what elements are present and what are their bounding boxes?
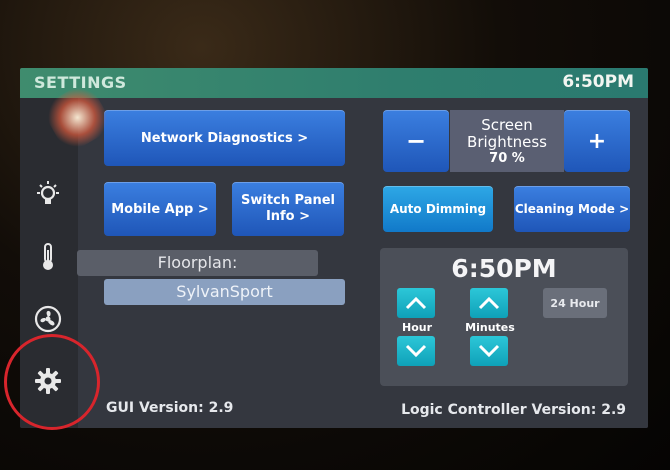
top-bar: SETTINGS 6:50PM [20, 68, 648, 98]
switch-panel-info-button[interactable]: Switch Panel Info > [232, 182, 344, 236]
network-diagnostics-button[interactable]: Network Diagnostics > [104, 110, 345, 166]
24-hour-toggle[interactable]: 24 Hour [543, 288, 607, 318]
page-title: SETTINGS [34, 73, 127, 92]
minutes-label: Minutes [465, 321, 515, 334]
fan-icon [34, 305, 62, 333]
brightness-label: Screen Brightness [467, 115, 547, 151]
header-clock: 6:50PM [562, 72, 634, 92]
hour-label: Hour [401, 321, 433, 334]
footer: GUI Version: 2.9 Logic Controller Versio… [78, 368, 648, 428]
chevron-down-icon [405, 344, 427, 358]
chevron-up-icon [478, 296, 500, 310]
brightness-increase-button[interactable]: + [564, 110, 630, 172]
chevron-down-icon [478, 344, 500, 358]
hour-up-button[interactable] [397, 288, 435, 318]
clock-panel: 6:50PM Hour Minutes 24 Hour [380, 248, 628, 386]
minutes-up-button[interactable] [470, 288, 508, 318]
sidebar-item-temperature[interactable] [31, 240, 65, 274]
floorplan-value: SylvanSport [104, 279, 345, 305]
hour-down-button[interactable] [397, 336, 435, 366]
thermometer-icon [43, 243, 53, 270]
floorplan-label: Floorplan: [77, 250, 318, 276]
cleaning-mode-button[interactable]: Cleaning Mode > [514, 186, 630, 232]
brightness-value: 70 % [489, 150, 525, 166]
clock-time: 6:50PM [451, 254, 557, 283]
minutes-down-button[interactable] [470, 336, 508, 366]
sidebar-item-fan[interactable] [31, 302, 65, 336]
sidebar-item-lighting[interactable] [31, 178, 65, 212]
auto-dimming-button[interactable]: Auto Dimming [383, 186, 493, 232]
annotation-circle [4, 334, 100, 430]
gui-version: GUI Version: 2.9 [106, 400, 234, 416]
mobile-app-button[interactable]: Mobile App > [104, 182, 216, 236]
lightbulb-icon [37, 181, 59, 204]
chevron-up-icon [405, 296, 427, 310]
touch-screen: SETTINGS 6:50PM Network Diagnostics > Mo… [20, 68, 648, 428]
brightness-display: Screen Brightness 70 % [450, 110, 564, 172]
brightness-decrease-button[interactable]: − [383, 110, 449, 172]
logic-controller-version: Logic Controller Version: 2.9 [401, 402, 626, 418]
